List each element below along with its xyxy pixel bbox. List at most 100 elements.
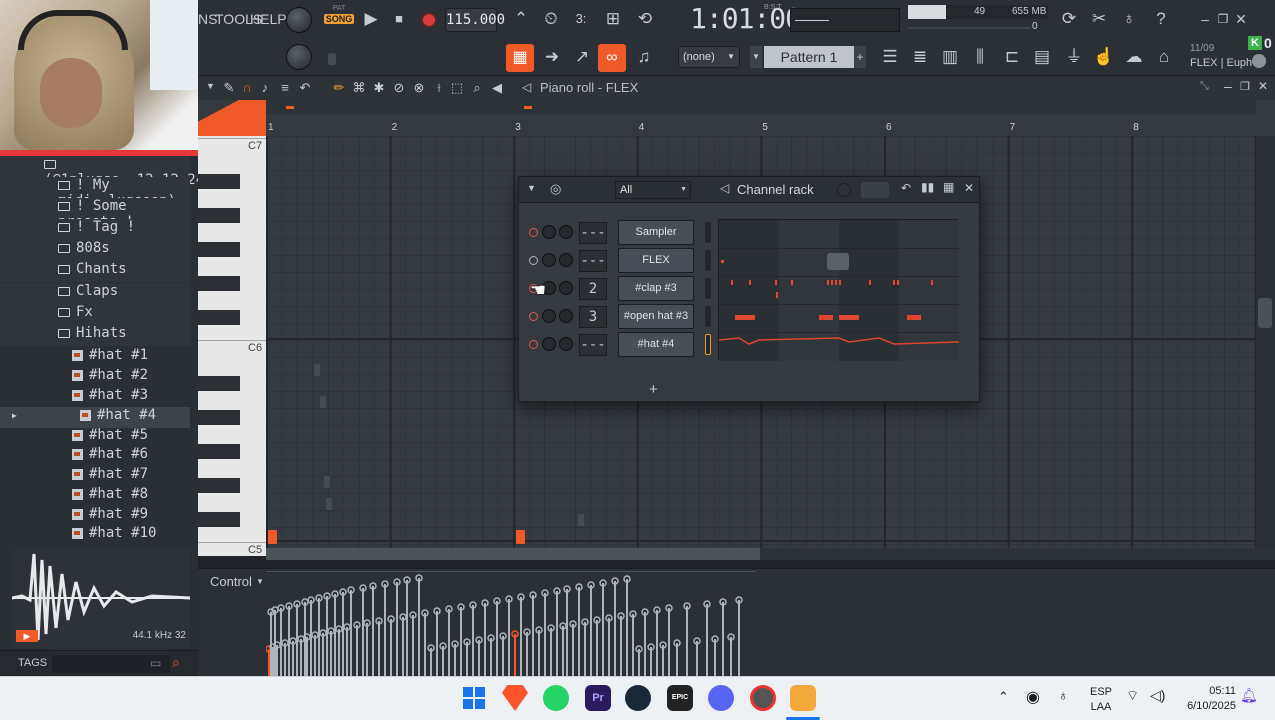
black-key[interactable] [198, 512, 240, 527]
graph-editor-icon[interactable]: ▮▮ [921, 180, 934, 194]
menu-icon[interactable]: ≡ [276, 75, 294, 101]
play-icon[interactable]: ▶ [358, 6, 384, 32]
volume-icon[interactable]: ◁) [1150, 687, 1165, 704]
help-icon[interactable]: ? [1148, 6, 1174, 32]
microphone-icon[interactable]: ♁ [1116, 6, 1142, 32]
browser-folder[interactable]: Claps [0, 283, 190, 304]
paint-icon[interactable]: ⌘ [350, 75, 368, 101]
scroll-bar-top[interactable] [266, 100, 1256, 114]
cr-close-icon[interactable]: ✕ [964, 181, 974, 195]
add-pattern-button[interactable]: + [854, 46, 866, 68]
browser-file[interactable]: #hat #7 [0, 466, 190, 487]
typing-keyboard-icon[interactable]: ▦ [506, 44, 534, 72]
horizontal-scrollbar[interactable] [266, 548, 1275, 560]
playback-icon[interactable]: ◀ [488, 75, 506, 101]
lang-bottom[interactable]: LAA [1088, 701, 1114, 713]
channel-mute-led[interactable] [529, 256, 538, 265]
channel-volume-knob[interactable] [542, 225, 556, 239]
browser-file[interactable]: #hat #1 [0, 347, 190, 368]
cr-target-icon[interactable]: ◎ [550, 181, 561, 197]
plugin-icon[interactable]: ⏚ [1060, 44, 1088, 72]
channel-pan-knob[interactable] [559, 337, 573, 351]
clock-time[interactable]: 05:11 [1180, 685, 1236, 697]
stop-icon[interactable]: ■ [386, 6, 412, 32]
timeline-ruler[interactable]: 1 2 3 4 5 6 7 8 [198, 100, 1275, 136]
browser-file[interactable]: #hat #3 [0, 387, 190, 408]
swing-knob[interactable] [837, 183, 851, 197]
channel-name-button[interactable]: #open hat #3 [618, 304, 694, 329]
pr-maximize-icon[interactable]: ❐ [1240, 80, 1250, 93]
step-edit-icon[interactable]: ➜ [538, 44, 566, 72]
cr-speaker-icon[interactable]: ◁ [720, 181, 729, 195]
record-icon[interactable] [421, 12, 437, 28]
browser-icon[interactable]: ⊏ [998, 44, 1026, 72]
browser-folder[interactable]: Fx [0, 304, 190, 325]
touch-icon[interactable]: ☝ [1090, 44, 1118, 72]
channel-name-button[interactable]: #clap #3 [618, 276, 694, 301]
pat-song-toggle[interactable]: PAT SONG [324, 5, 354, 35]
menu-help[interactable]: HELP [250, 11, 287, 27]
folder-icon[interactable]: ▭ [150, 656, 161, 670]
loop-record-icon[interactable]: ⟲ [632, 6, 658, 32]
black-key[interactable] [198, 478, 240, 493]
options-chevron-icon[interactable]: ▼ [206, 81, 215, 91]
select-icon[interactable]: ⬚ [448, 75, 466, 101]
vertical-scrollbar[interactable] [1256, 136, 1275, 548]
master-volume-knob[interactable] [286, 7, 312, 33]
shop-icon[interactable]: ⌂ [1150, 44, 1178, 72]
black-key[interactable] [198, 242, 240, 257]
pattern-selector[interactable]: Pattern 1 [764, 46, 854, 68]
undo-history-icon[interactable]: ⟳ [1056, 6, 1082, 32]
tray-expand-icon[interactable]: ⌃ [998, 689, 1009, 705]
metronome-icon[interactable]: ⌃ [508, 6, 534, 32]
mixer-icon[interactable]: ⫼ [966, 44, 994, 72]
master-pitch-knob[interactable] [286, 44, 312, 70]
browser-file[interactable]: #hat #2 [0, 367, 190, 388]
channel-select-indicator[interactable] [705, 334, 711, 355]
blend-notes-icon[interactable]: ⊞ [600, 6, 626, 32]
channel-mixer-track[interactable]: --- [579, 222, 607, 244]
pencil-icon[interactable]: ✏ [330, 75, 348, 101]
tools-icon[interactable]: ✎ [220, 75, 238, 101]
obs-icon[interactable] [750, 685, 776, 711]
channel-pan-knob[interactable] [559, 281, 573, 295]
delete-icon[interactable]: ⊘ [390, 75, 408, 101]
browser-file[interactable]: #hat #9 [0, 506, 190, 527]
channel-name-button[interactable]: #hat #4 [618, 332, 694, 357]
minimize-icon[interactable]: – [1196, 6, 1214, 32]
browser-folder[interactable]: ! My midi..lugsoon) ! [0, 177, 190, 225]
slice-icon[interactable]: ⟊ [430, 75, 448, 101]
channel-mixer-track[interactable]: --- [579, 334, 607, 356]
playlist-icon[interactable]: ☰ [876, 44, 904, 72]
countdown-icon[interactable]: 3: [568, 6, 594, 32]
zoom-icon[interactable]: ⌕ [468, 75, 486, 101]
channel-select-indicator[interactable] [705, 222, 711, 243]
wait-record-icon[interactable]: ⏲ [538, 6, 564, 32]
whatsapp-icon[interactable] [543, 685, 569, 711]
piano-roll-icon[interactable]: ≣ [906, 44, 934, 72]
piano-keyboard[interactable]: C7 C6 C5 [198, 136, 266, 556]
undo-icon[interactable]: ↶ [296, 75, 314, 101]
black-key[interactable] [198, 174, 240, 189]
note[interactable] [268, 530, 277, 544]
filter-selector[interactable]: All ▼ [615, 181, 691, 199]
step-view-icon[interactable]: ▦ [943, 180, 954, 194]
channel-pan-knob[interactable] [559, 253, 573, 267]
brave-icon[interactable] [502, 685, 528, 711]
cut-icon[interactable]: ✂ [1086, 6, 1112, 32]
wifi-icon[interactable]: ⌔ [1126, 687, 1139, 705]
velocity-lane[interactable] [266, 569, 766, 677]
channel-mixer-track[interactable]: 2 [579, 278, 607, 300]
browser-folder[interactable]: Hihats [0, 325, 190, 346]
link-icon[interactable]: ∞ [598, 44, 626, 72]
clock-date[interactable]: 6/10/2025 [1176, 700, 1236, 712]
steam-icon[interactable] [625, 685, 651, 711]
epic-games-icon[interactable]: EPIC [667, 685, 693, 711]
snap-selector[interactable]: (none) ▼ [678, 46, 740, 68]
globe-icon[interactable] [1252, 54, 1266, 68]
swing-display[interactable] [861, 182, 889, 198]
magnet-icon[interactable]: ∩ [238, 75, 256, 101]
auto-scroll-icon[interactable]: ↗ [568, 44, 596, 72]
event-editor[interactable]: Control ▼ [198, 568, 1275, 677]
add-channel-button[interactable]: + [649, 381, 658, 398]
